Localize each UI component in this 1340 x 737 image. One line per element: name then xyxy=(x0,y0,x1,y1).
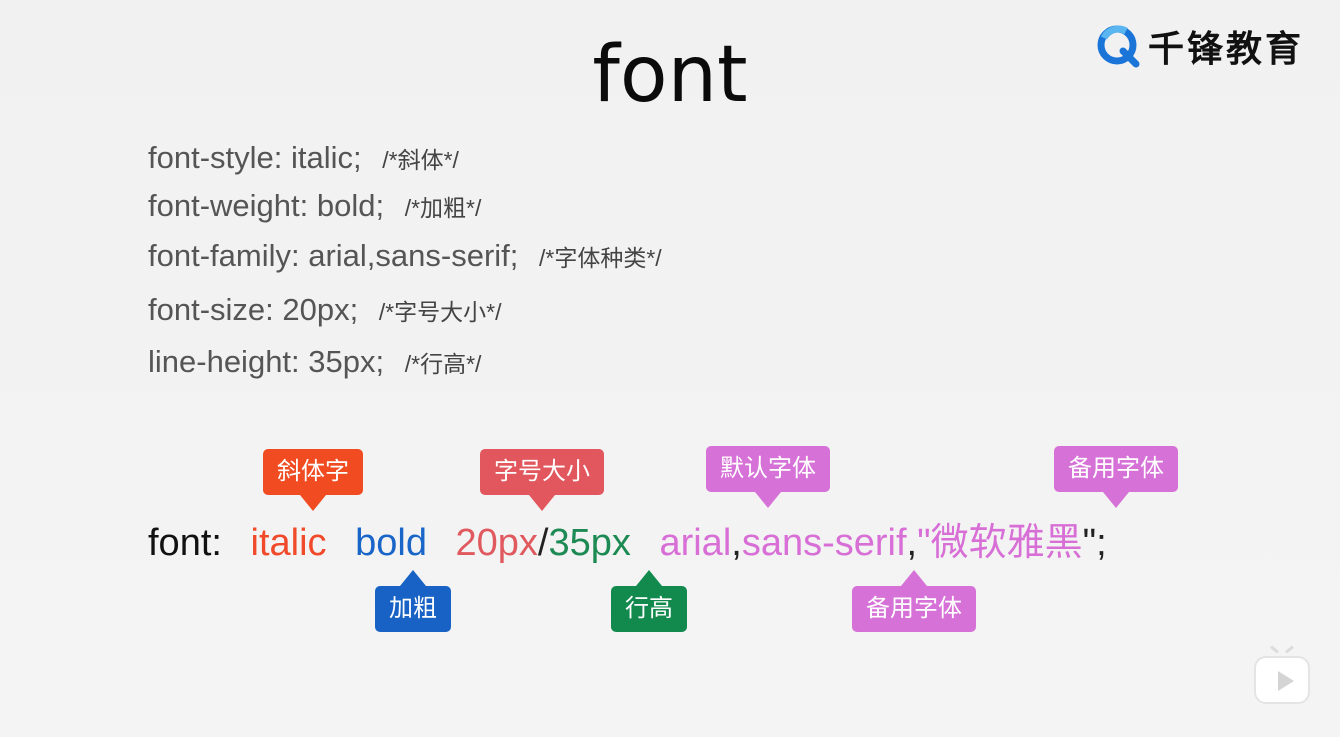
shorthand-family-fallback: sans-serif xyxy=(741,522,907,564)
video-play-button[interactable] xyxy=(1254,656,1310,704)
property-line: font-weight: bold; /*加粗*/ xyxy=(148,188,481,224)
callout-italic: 斜体字 xyxy=(263,449,363,511)
callout-fallback-font: 备用字体 xyxy=(852,570,976,632)
callout-bold: 加粗 xyxy=(375,570,451,632)
shorthand-comma: , xyxy=(731,522,742,564)
shorthand-comma: , xyxy=(906,522,918,564)
callout-line-height: 行高 xyxy=(611,570,687,632)
shorthand-quote-close: "; xyxy=(1082,522,1107,564)
shorthand-property: font: xyxy=(148,522,222,564)
font-shorthand-line: font: italic bold 20px/35px arial,sans-s… xyxy=(148,518,1107,568)
property-line: font-style: italic; /*斜体*/ xyxy=(148,140,459,176)
brand-name: 千锋教育 xyxy=(1148,28,1305,70)
slide: font 千锋教育 font-style: italic; /*斜体*/ fon… xyxy=(0,0,1340,737)
shorthand-quote-open: " xyxy=(917,522,931,564)
property-code: font-size: 20px; xyxy=(148,292,359,327)
shorthand-font-size: 20px xyxy=(455,522,538,564)
property-line: font-size: 20px; /*字号大小*/ xyxy=(148,292,502,328)
callout-font-size: 字号大小 xyxy=(480,449,604,511)
shorthand-slash: / xyxy=(537,522,549,564)
qianfeng-q-logo-icon xyxy=(1097,25,1140,68)
callout-default-font: 默认字体 xyxy=(706,446,830,508)
play-icon xyxy=(1278,671,1294,691)
property-comment: /*字体种类*/ xyxy=(539,245,662,271)
property-code: line-height: 35px; xyxy=(148,344,385,379)
property-comment: /*行高*/ xyxy=(404,351,482,377)
property-code: font-family: arial,sans-serif; xyxy=(148,238,519,273)
property-comment: /*字号大小*/ xyxy=(378,299,502,325)
property-comment: /*斜体*/ xyxy=(382,147,459,173)
shorthand-bold: bold xyxy=(355,522,427,564)
shorthand-italic: italic xyxy=(250,522,327,564)
shorthand-family-cn: 微软雅黑 xyxy=(930,522,1083,564)
brand-logo: 千锋教育 xyxy=(1096,22,1304,70)
property-line: line-height: 35px; /*行高*/ xyxy=(148,344,481,380)
shorthand-family-primary: arial xyxy=(659,522,732,564)
property-line: font-family: arial,sans-serif; /*字体种类*/ xyxy=(148,238,662,274)
callout-fallback-font-cn: 备用字体 xyxy=(1054,446,1178,508)
property-comment: /*加粗*/ xyxy=(404,195,482,221)
property-code: font-style: italic; xyxy=(148,140,362,175)
property-code: font-weight: bold; xyxy=(148,188,385,223)
shorthand-line-height: 35px xyxy=(548,522,631,564)
